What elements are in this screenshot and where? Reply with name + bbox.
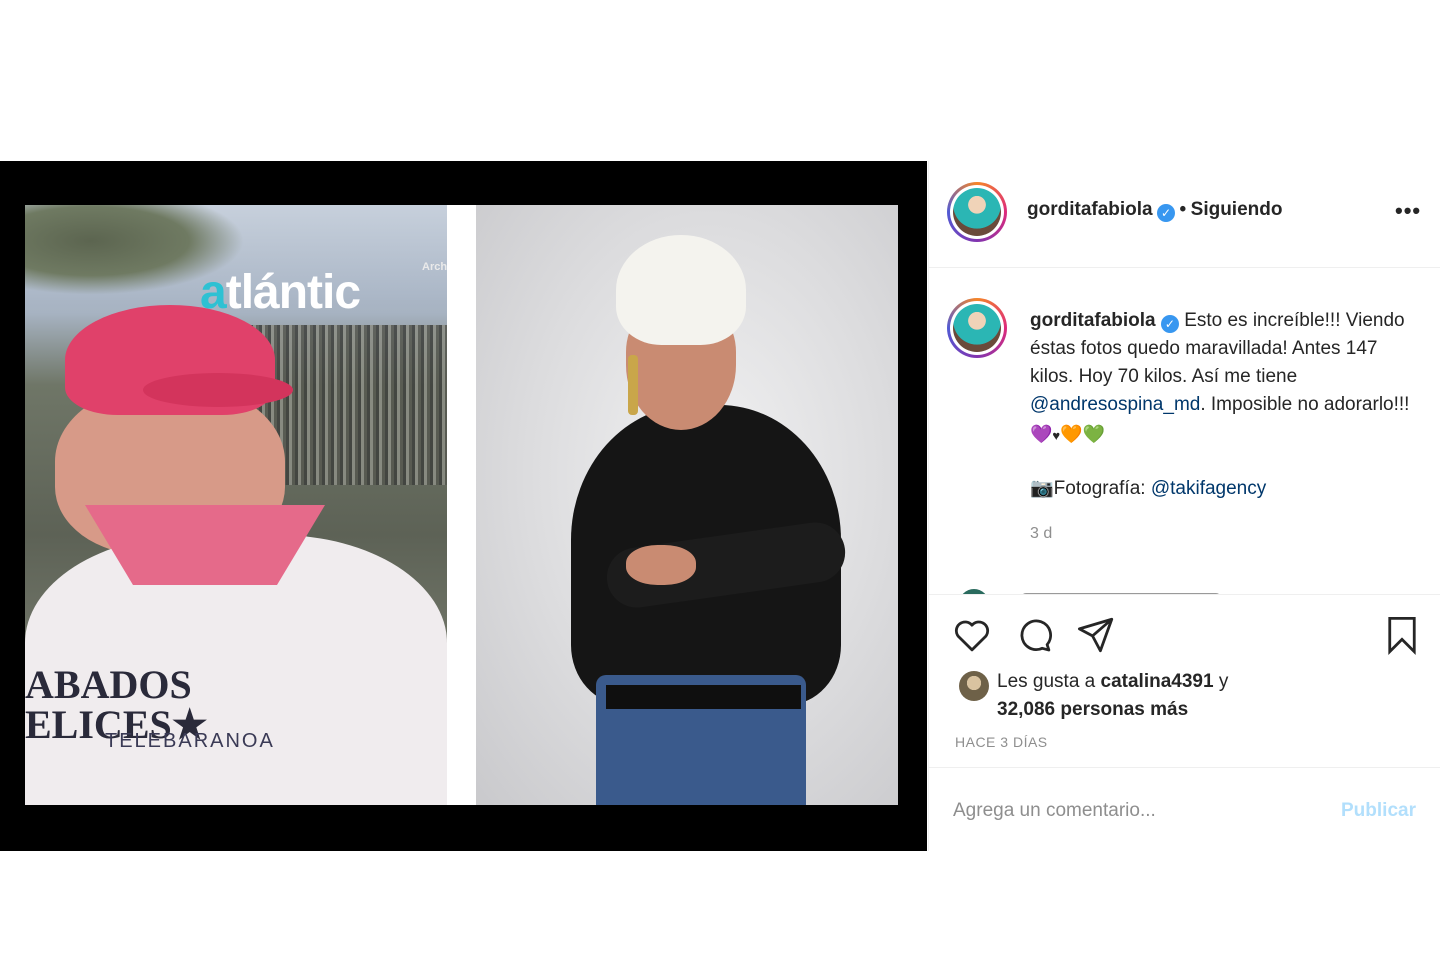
caption-author-avatar[interactable] — [947, 298, 1007, 358]
heart-icon[interactable] — [951, 614, 993, 656]
avatar-image — [953, 188, 1001, 236]
post-sidebar: gorditafabiola ✓ • Siguiendo ••• gordita… — [928, 161, 1440, 851]
shirt-print-sub: TELEBARANOA — [105, 730, 275, 752]
comment-text-placeholder — [1021, 593, 1221, 594]
comment-icon[interactable] — [1013, 614, 1055, 656]
author-avatar[interactable] — [947, 182, 1007, 242]
belt — [606, 685, 801, 709]
before-photo: atlántic Arch ABADOS ELICES★ TELEBARANOA — [25, 205, 447, 805]
bookmark-icon[interactable] — [1381, 614, 1423, 656]
verified-badge-icon: ✓ — [1157, 204, 1176, 222]
tv-watermark: atlántic — [200, 266, 361, 319]
verified-badge-icon: ✓ — [1160, 315, 1179, 333]
liker-username[interactable]: catalina4391 — [1101, 671, 1214, 692]
post-caption: gorditafabiola ✓ Esto es increíble!!! Vi… — [1030, 307, 1425, 503]
header-user-line: gorditafabiola ✓ • Siguiendo — [1027, 199, 1282, 222]
pink-cap-brim — [143, 373, 293, 407]
more-horizontal-icon[interactable]: ••• — [1395, 200, 1421, 222]
black-heart-icon: ♥ — [1052, 428, 1061, 443]
comment-avatar — [959, 589, 989, 594]
avatar-image — [953, 304, 1001, 352]
post-date: HACE 3 DÍAS — [955, 734, 1048, 750]
photo-credit-label: Fotografía: — [1053, 478, 1151, 499]
author-username[interactable]: gorditafabiola — [1027, 199, 1153, 220]
mention-andresospina[interactable]: @andresospina_md — [1030, 394, 1200, 415]
camera-icon: 📷 — [1030, 478, 1054, 499]
platinum-hair — [616, 235, 746, 345]
likes-text: Les gusta a catalina4391 y 32,086 person… — [997, 668, 1419, 724]
send-icon[interactable] — [1075, 614, 1117, 656]
likes-count[interactable]: 32,086 personas más — [997, 699, 1188, 720]
after-photo — [476, 205, 898, 805]
hand — [626, 545, 696, 585]
next-comment-peek — [959, 581, 1399, 594]
publish-button[interactable]: Publicar — [1341, 800, 1416, 822]
green-heart-icon: 💚 — [1082, 424, 1105, 444]
post-actions: Les gusta a catalina4391 y 32,086 person… — [929, 596, 1440, 768]
earring — [628, 355, 638, 415]
likes-prefix: Les gusta a — [997, 671, 1101, 692]
orange-heart-icon: 🧡 — [1060, 424, 1083, 444]
post-header: gorditafabiola ✓ • Siguiendo ••• — [929, 161, 1440, 268]
add-comment-bar: Publicar — [929, 769, 1440, 851]
tv-watermark-tag: Arch — [422, 261, 447, 273]
likes-summary[interactable]: Les gusta a catalina4391 y 32,086 person… — [959, 668, 1419, 724]
shirt-print-line1: ABADOS — [25, 662, 192, 707]
post-media[interactable]: atlántic Arch ABADOS ELICES★ TELEBARANOA — [0, 161, 927, 851]
following-button[interactable]: Siguiendo — [1191, 199, 1283, 220]
comment-input[interactable] — [953, 791, 1313, 831]
liker-avatar — [959, 671, 989, 701]
mention-takifagency[interactable]: @takifagency — [1151, 478, 1266, 499]
caption-time: 3 d — [1030, 525, 1053, 542]
follow-separator: • — [1179, 199, 1187, 220]
caption-text-2: . Imposible no adorarlo!!! — [1200, 394, 1410, 415]
purple-heart-icon: 💜 — [1030, 424, 1053, 444]
comments-list[interactable]: gorditafabiola ✓ Esto es increíble!!! Vi… — [929, 269, 1440, 595]
likes-joiner: y — [1213, 671, 1229, 692]
caption-username[interactable]: gorditafabiola — [1030, 310, 1156, 331]
collage-divider — [447, 205, 476, 805]
